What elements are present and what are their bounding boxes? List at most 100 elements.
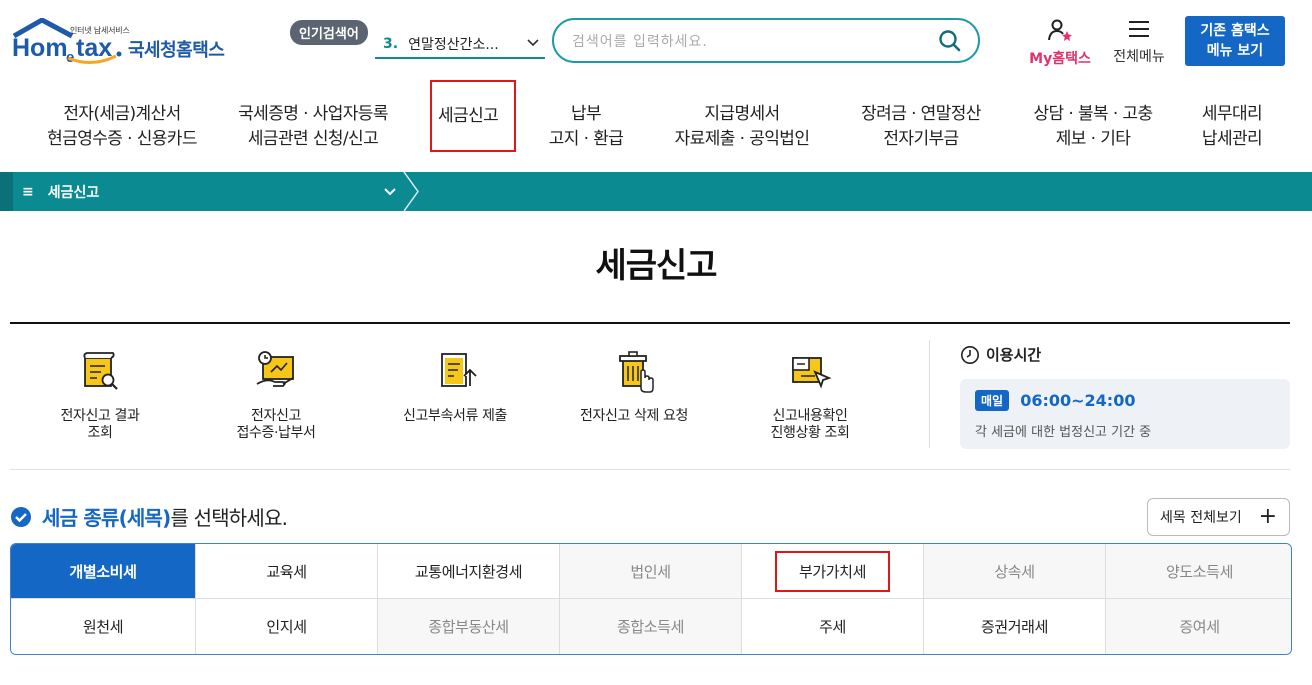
document-check-icon — [792, 357, 832, 389]
tax-type-option[interactable]: 인지세 — [196, 599, 378, 654]
breadcrumb-label: 세금신고 — [47, 184, 100, 201]
nav-label-line1: 국세증명 · 사업자등록 — [238, 104, 388, 124]
receipt-payment-icon — [256, 351, 294, 387]
chevron-down-icon — [527, 39, 539, 47]
tax-type-label: 교육세 — [266, 562, 307, 581]
tax-type-option[interactable]: 원천세 — [11, 599, 196, 654]
tax-type-option[interactable]: 증권거래세 — [924, 599, 1106, 654]
quick-label-line1: 신고부속서류 제출 — [403, 408, 507, 424]
nav-item-payment[interactable]: 납부 고지 · 환급 — [536, 102, 636, 152]
nav-label-line2: 전자기부금 — [883, 129, 959, 149]
trash-delete-icon — [619, 351, 654, 393]
hometax-logo[interactable]: Hom e tax 인터넷 납세서비스 국세청홈택스 — [12, 18, 227, 68]
nav-label-line2: 자료제출 · 공익법인 — [674, 129, 810, 149]
quick-label-line2: 진행상황 조회 — [770, 425, 850, 441]
search-icon[interactable] — [938, 29, 962, 53]
header: Hom e tax 인터넷 납세서비스 국세청홈택스 인기검색어 3. 연말정산… — [0, 0, 1312, 80]
tax-type-label: 종합부동산세 — [428, 618, 509, 636]
popular-search-dropdown[interactable]: 3. 연말정산간소... — [375, 30, 545, 59]
user-star-icon — [1048, 19, 1072, 41]
popular-search-badge: 인기검색어 — [290, 20, 368, 45]
quick-item-result[interactable]: 전자신고 결과 조회 — [15, 348, 185, 442]
breadcrumb-edge — [0, 172, 13, 211]
tax-type-option[interactable]: 상속세 — [924, 544, 1106, 599]
my-hometax-label: My홈택스 — [1029, 51, 1091, 67]
tax-type-option[interactable]: 주세 — [742, 599, 924, 654]
svg-text:Hom: Hom — [12, 34, 68, 62]
breadcrumb-current[interactable]: ≡ 세금신고 — [22, 172, 99, 211]
nav-item-incentive[interactable]: 장려금 · 연말정산 전자기부금 — [848, 102, 994, 152]
tax-type-option[interactable]: 법인세 — [560, 544, 742, 599]
tax-type-label: 원천세 — [82, 618, 124, 636]
my-hometax-button[interactable]: My홈택스 — [1024, 18, 1096, 68]
all-menu-label: 전체메뉴 — [1113, 49, 1165, 65]
quick-label-line2: 접수증·납부서 — [236, 425, 316, 441]
search-input[interactable]: 검색어를 입력하세요. — [552, 18, 980, 63]
tax-select-heading: 세금 종류(세목) 를 선택하세요. — [10, 502, 288, 531]
tax-type-option[interactable]: 종합부동산세 — [378, 599, 560, 654]
nav-item-payment-statement[interactable]: 지급명세서 자료제출 · 공익법인 — [664, 102, 820, 152]
nav-item-certificates[interactable]: 국세증명 · 사업자등록 세금관련 신청/신고 — [222, 102, 404, 152]
tax-type-option[interactable]: 종합소득세 — [560, 599, 742, 654]
quick-label-line1: 전자신고 — [251, 408, 301, 424]
tax-type-label: 인지세 — [266, 618, 307, 636]
nav-label-line2: 세금관련 신청/신고 — [247, 129, 379, 149]
tax-type-label: 종합소득세 — [616, 618, 684, 636]
tax-select-heading-highlight: 세금 종류(세목) — [42, 506, 171, 530]
tax-type-grid: 개별소비세 교육세 교통에너지환경세 법인세 부가가치세 상속세 양도소득세원천세 인지세 종합… — [10, 543, 1292, 655]
nav-label-line2: 고지 · 환급 — [548, 129, 624, 149]
tax-type-option[interactable]: 개별소비세 — [11, 544, 196, 599]
tax-type-label: 개별소비세 — [69, 562, 137, 581]
nav-label-line1: 납부 — [570, 104, 602, 124]
service-hours-box: 매일 06:00~24:00 각 세금에 대한 법정신고 기간 중 — [960, 379, 1290, 449]
nav-label-line1: 세무대리 — [1201, 104, 1263, 124]
nav-label-line1: 세금신고 — [438, 105, 499, 126]
nav-item-tax-filing[interactable]: 세금신고 — [430, 80, 516, 152]
service-hours-title: 이용시간 — [986, 346, 1042, 364]
tax-type-option[interactable]: 양도소득세 — [1106, 544, 1291, 599]
all-menu-button[interactable]: 전체메뉴 — [1106, 18, 1172, 66]
quick-label-line1: 전자신고 결과 — [60, 408, 140, 424]
quick-label-line2: 조회 — [87, 425, 113, 441]
nav-label-line1: 상담 · 불복 · 고충 — [1033, 104, 1153, 124]
tax-type-option[interactable]: 부가가치세 — [742, 544, 924, 599]
nav-label-line1: 지급명세서 — [704, 104, 780, 124]
legacy-menu-button[interactable]: 기존 홈택스 메뉴 보기 — [1185, 16, 1285, 66]
service-hours: 이용시간 매일 06:00~24:00 각 세금에 대한 법정신고 기간 중 — [960, 344, 1290, 449]
list-menu-icon: ≡ — [22, 183, 34, 200]
view-all-tax-label: 세목 전체보기 — [1160, 510, 1242, 526]
tax-type-option[interactable]: 교통에너지환경세 — [378, 544, 560, 599]
search-placeholder: 검색어를 입력하세요. — [572, 34, 708, 50]
tax-type-label: 상속세 — [994, 562, 1035, 581]
tax-type-label: 법인세 — [630, 562, 671, 581]
view-all-tax-button[interactable]: 세목 전체보기 + — [1147, 498, 1290, 536]
service-hours-time: 06:00~24:00 — [1020, 391, 1136, 410]
tax-type-label: 주세 — [819, 618, 846, 636]
tax-type-label: 부가가치세 — [774, 550, 890, 592]
chevron-down-icon[interactable] — [383, 185, 397, 199]
nav-label-line1: 장려금 · 연말정산 — [861, 104, 981, 124]
tax-type-option[interactable]: 증여세 — [1106, 599, 1291, 654]
main-nav: 전자(세금)계산서 현금영수증 · 신용카드 국세증명 · 사업자등록 세금관련… — [0, 80, 1312, 172]
quick-item-receipt[interactable]: 전자신고 접수증·납부서 — [191, 348, 361, 442]
quick-item-check[interactable]: 신고내용확인 진행상황 조회 — [725, 348, 895, 442]
section-divider — [10, 469, 1290, 470]
daily-badge: 매일 — [975, 390, 1010, 411]
popular-rank: 3. — [383, 35, 399, 52]
quick-menu: 전자신고 결과 조회 전자신고 접수증·납부서 신고부속서류 제출 전자신고 삭… — [10, 336, 925, 456]
nav-label-line2: 현금영수증 · 신용카드 — [47, 129, 197, 149]
nav-item-tax-agent[interactable]: 세무대리 납세관리 — [1192, 102, 1272, 152]
legacy-menu-line2: 메뉴 보기 — [1206, 43, 1264, 59]
page-title: 세금신고 — [595, 246, 717, 286]
check-circle-icon — [11, 506, 31, 527]
quick-item-delete[interactable]: 전자신고 삭제 요청 — [549, 348, 719, 425]
legacy-menu-line1: 기존 홈택스 — [1200, 23, 1270, 39]
quick-item-attachment[interactable]: 신고부속서류 제출 — [370, 348, 540, 425]
nav-label-line2: 제보 · 기타 — [1055, 129, 1131, 149]
quick-label-line1: 신고내용확인 — [772, 408, 848, 424]
nav-item-e-invoice[interactable]: 전자(세금)계산서 현금영수증 · 신용카드 — [32, 102, 212, 152]
tax-select-heading-rest: 를 선택하세요. — [170, 506, 288, 530]
nav-label-line1: 전자(세금)계산서 — [63, 104, 181, 124]
nav-item-consultation[interactable]: 상담 · 불복 · 고충 제보 · 기타 — [1020, 102, 1166, 152]
tax-type-option[interactable]: 교육세 — [196, 544, 378, 599]
